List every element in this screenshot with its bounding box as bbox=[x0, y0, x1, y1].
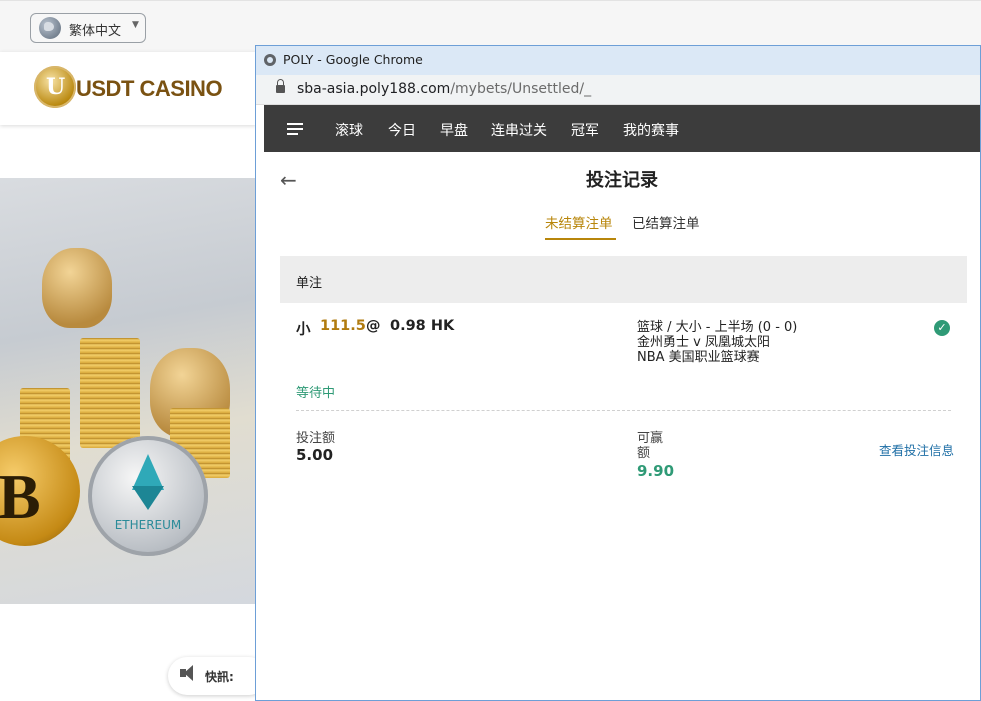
logo-coin-icon bbox=[34, 66, 76, 108]
stake-label: 投注额 bbox=[296, 431, 336, 446]
address-bar[interactable]: sba-asia.poly188.com/mybets/Unsettled/_ bbox=[256, 75, 980, 105]
site-logo-area[interactable]: USDT CASINO bbox=[0, 52, 256, 125]
nav-item-outright[interactable]: 冠军 bbox=[571, 120, 599, 140]
news-ticker[interactable]: 快訊: bbox=[168, 657, 268, 695]
bet-status: 等待中 bbox=[296, 386, 336, 401]
stake-amount: 5.00 bbox=[296, 446, 334, 464]
window-titlebar[interactable]: POLY - Google Chrome bbox=[256, 46, 980, 75]
url-text[interactable]: sba-asia.poly188.com/mybets/Unsettled/_ bbox=[297, 81, 591, 97]
url-host: sba-asia.poly188.com bbox=[297, 81, 451, 97]
section-header-single: 单注 bbox=[280, 256, 967, 303]
win-amount: 9.90 bbox=[637, 462, 675, 480]
chevron-down-icon: ▼ bbox=[132, 20, 139, 30]
nav-item-my-events[interactable]: 我的赛事 bbox=[623, 120, 679, 140]
globe-icon bbox=[39, 17, 61, 39]
ethereum-logo-icon bbox=[132, 454, 164, 490]
nav-item-parlay[interactable]: 连串过关 bbox=[491, 120, 547, 140]
url-path: /mybets/Unsettled/_ bbox=[450, 81, 592, 97]
check-circle-icon: ✓ bbox=[934, 320, 950, 336]
nav-item-today[interactable]: 今日 bbox=[388, 120, 416, 140]
menu-icon[interactable] bbox=[287, 123, 303, 135]
lock-icon[interactable] bbox=[276, 79, 285, 93]
tab-unsettled[interactable]: 未结算注单 bbox=[545, 212, 613, 232]
language-label: 繁体中文 bbox=[69, 24, 122, 39]
section-label: 单注 bbox=[296, 276, 323, 291]
ethereum-label: ETHEREUM bbox=[114, 518, 182, 532]
sports-nav-bar: 滚球 今日 早盘 连串过关 冠军 我的赛事 bbox=[264, 105, 980, 152]
bitcoin-symbol: B bbox=[0, 461, 41, 532]
win-label-line1: 可赢 bbox=[637, 431, 664, 446]
bet-match: 金州勇士 v 凤凰城太阳 bbox=[637, 335, 770, 350]
bet-market: 篮球 / 大小 - 上半场 (0 - 0) bbox=[637, 320, 798, 335]
bet-history-content: ← 投注记录 未结算注单 已结算注单 单注 小 111.5 @ 0.98 HK … bbox=[264, 152, 980, 700]
ethereum-logo-lower bbox=[132, 486, 164, 510]
chrome-icon bbox=[264, 54, 276, 66]
window-title: POLY - Google Chrome bbox=[283, 52, 423, 67]
page-title: 投注记录 bbox=[586, 170, 658, 191]
bet-league: NBA 美国职业篮球赛 bbox=[637, 350, 760, 365]
language-selector[interactable]: 繁体中文 ▼ bbox=[30, 13, 146, 43]
win-label-line2: 额 bbox=[637, 446, 651, 461]
nav-item-live[interactable]: 滚球 bbox=[335, 120, 363, 140]
bet-line: 111.5 bbox=[320, 318, 366, 334]
bet-selection: 小 bbox=[296, 322, 311, 338]
gold-coin-stack bbox=[80, 338, 140, 448]
speaker-icon bbox=[180, 665, 193, 681]
tab-settled[interactable]: 已结算注单 bbox=[632, 212, 700, 232]
browser-popup-window[interactable]: POLY - Google Chrome sba-asia.poly188.co… bbox=[255, 45, 981, 701]
money-bag-icon bbox=[42, 248, 112, 328]
site-logo-text: USDT CASINO bbox=[76, 76, 223, 101]
bet-at-symbol: @ bbox=[366, 318, 381, 334]
ethereum-coin: ETHEREUM bbox=[88, 436, 208, 556]
bet-odds: 0.98 HK bbox=[390, 318, 455, 334]
view-bet-details-link[interactable]: 查看投注信息 bbox=[879, 440, 954, 459]
promo-banner[interactable]: B ETHEREUM bbox=[0, 178, 256, 604]
dashed-divider bbox=[296, 410, 951, 411]
nav-item-early[interactable]: 早盘 bbox=[440, 120, 468, 140]
active-tab-indicator bbox=[545, 238, 616, 240]
news-label: 快訊: bbox=[205, 670, 234, 684]
